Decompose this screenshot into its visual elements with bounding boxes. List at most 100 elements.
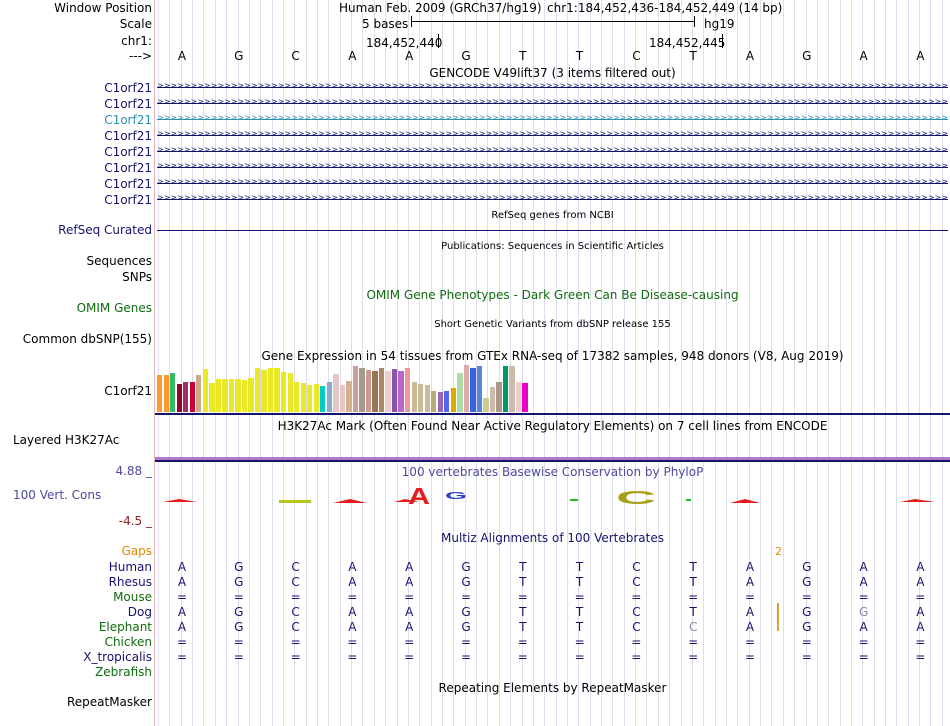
gtex-tissue-bar[interactable]: [333, 373, 339, 412]
gtex-tissue-bar[interactable]: [398, 371, 404, 412]
gencode-item-label[interactable]: C1orf21: [104, 113, 152, 127]
species-label[interactable]: Human: [109, 560, 152, 574]
repeatmasker-label[interactable]: RepeatMasker: [67, 695, 152, 709]
gtex-tissue-bar[interactable]: [287, 372, 293, 412]
gtex-tissue-bar[interactable]: [339, 385, 346, 412]
gtex-tissue-bar[interactable]: [183, 382, 189, 412]
gencode-gene-feature[interactable]: >>>>>>>>>>>>>>>>>>>>>>>>>>>>>>>>>>>>>>>>…: [157, 131, 948, 141]
gtex-tissue-bar[interactable]: [176, 384, 182, 412]
gtex-tissue-bar[interactable]: [222, 379, 228, 412]
gtex-tissue-bar[interactable]: [522, 383, 528, 412]
gtex-tissue-bar[interactable]: [457, 372, 463, 412]
gtex-tissue-bar[interactable]: [346, 381, 352, 412]
strand-label[interactable]: --->: [129, 49, 152, 63]
gtex-tissue-bar[interactable]: [235, 379, 241, 412]
h3k27ac-label[interactable]: Layered H3K27Ac: [13, 433, 119, 447]
phylop-title[interactable]: 100 vertebrates Basewise Conservation by…: [155, 465, 950, 479]
gtex-tissue-bar[interactable]: [470, 367, 476, 412]
species-label[interactable]: Rhesus: [109, 575, 152, 589]
sequences-label[interactable]: Sequences: [87, 254, 152, 268]
gtex-tissue-bar[interactable]: [391, 368, 398, 412]
gtex-tissue-bar[interactable]: [294, 382, 300, 412]
gtex-tissue-bar[interactable]: [228, 379, 235, 412]
gtex-title[interactable]: Gene Expression in 54 tissues from GTEx …: [155, 349, 950, 363]
gtex-tissue-bar[interactable]: [313, 384, 319, 412]
gtex-tissue-bar[interactable]: [326, 382, 332, 412]
species-label[interactable]: Mouse: [113, 590, 152, 604]
gencode-gene-feature[interactable]: >>>>>>>>>>>>>>>>>>>>>>>>>>>>>>>>>>>>>>>>…: [157, 147, 948, 157]
gtex-tissue-bar[interactable]: [248, 378, 254, 412]
publications-title[interactable]: Publications: Sequences in Scientific Ar…: [155, 241, 950, 252]
repeatmasker-title[interactable]: Repeating Elements by RepeatMasker: [155, 681, 950, 695]
gtex-tissue-bar[interactable]: [170, 372, 176, 412]
gtex-tissue-bar[interactable]: [418, 384, 424, 412]
h3k27ac-title[interactable]: H3K27Ac Mark (Often Found Near Active Re…: [155, 419, 950, 433]
gtex-tissue-bar[interactable]: [359, 367, 365, 412]
refseq-label[interactable]: RefSeq Curated: [58, 223, 152, 237]
gencode-item-label[interactable]: C1orf21: [104, 177, 152, 191]
gtex-tissue-bar[interactable]: [450, 388, 456, 412]
phylop-logo[interactable]: A G C: [155, 486, 950, 516]
gtex-tissue-bar[interactable]: [254, 367, 261, 412]
gtex-tissue-bar[interactable]: [378, 367, 385, 412]
species-label[interactable]: Elephant: [99, 620, 152, 634]
gtex-tissue-bar[interactable]: [489, 387, 496, 412]
gtex-tissue-bar[interactable]: [444, 390, 450, 412]
gtex-tissue-bar[interactable]: [281, 371, 287, 412]
gtex-tissue-bar[interactable]: [307, 385, 313, 412]
species-label[interactable]: Dog: [128, 605, 152, 619]
gencode-gene-feature[interactable]: >>>>>>>>>>>>>>>>>>>>>>>>>>>>>>>>>>>>>>>>…: [157, 99, 948, 109]
gtex-tissue-bar[interactable]: [476, 366, 483, 412]
gencode-gene-feature[interactable]: >>>>>>>>>>>>>>>>>>>>>>>>>>>>>>>>>>>>>>>>…: [157, 195, 948, 205]
gencode-item-label[interactable]: C1orf21: [104, 97, 152, 111]
gtex-expression-chart[interactable]: [157, 364, 529, 412]
gencode-gene-feature[interactable]: >>>>>>>>>>>>>>>>>>>>>>>>>>>>>>>>>>>>>>>>…: [157, 115, 948, 125]
gtex-tissue-bar[interactable]: [196, 374, 202, 412]
gtex-tissue-bar[interactable]: [411, 382, 417, 412]
gtex-tissue-bar[interactable]: [241, 380, 248, 412]
gtex-tissue-bar[interactable]: [509, 366, 515, 412]
gtex-tissue-bar[interactable]: [405, 367, 411, 412]
gencode-title[interactable]: GENCODE V49lift37 (3 items filtered out): [155, 66, 950, 80]
gencode-gene-feature[interactable]: >>>>>>>>>>>>>>>>>>>>>>>>>>>>>>>>>>>>>>>>…: [157, 179, 948, 189]
gtex-tissue-bar[interactable]: [463, 364, 470, 412]
gencode-item-label[interactable]: C1orf21: [104, 193, 152, 207]
gtex-tissue-bar[interactable]: [274, 367, 280, 412]
gencode-item-label[interactable]: C1orf21: [104, 81, 152, 95]
gtex-tissue-bar[interactable]: [372, 371, 378, 412]
gtex-tissue-bar[interactable]: [300, 383, 306, 412]
species-label[interactable]: Chicken: [105, 635, 152, 649]
gtex-tissue-bar[interactable]: [483, 397, 489, 412]
gtex-tissue-bar[interactable]: [267, 367, 274, 412]
omim-title[interactable]: OMIM Gene Phenotypes - Dark Green Can Be…: [155, 288, 950, 302]
dbsnp-label[interactable]: Common dbSNP(155): [23, 332, 152, 346]
gtex-tissue-bar[interactable]: [189, 382, 195, 412]
gtex-tissue-bar[interactable]: [385, 371, 391, 412]
omim-label[interactable]: OMIM Genes: [77, 301, 152, 315]
gtex-tissue-bar[interactable]: [209, 383, 215, 412]
species-label[interactable]: Zebrafish: [95, 665, 152, 679]
gtex-tissue-bar[interactable]: [431, 390, 437, 412]
refseq-title[interactable]: RefSeq genes from NCBI: [155, 210, 950, 221]
gencode-item-label[interactable]: C1orf21: [104, 145, 152, 159]
snps-label[interactable]: SNPs: [122, 270, 152, 284]
track-area[interactable]: Human Feb. 2009 (GRCh37/hg19) chr1:184,4…: [155, 0, 950, 726]
gtex-tissue-bar[interactable]: [320, 385, 326, 412]
gtex-tissue-bar[interactable]: [163, 374, 169, 412]
gtex-tissue-bar[interactable]: [424, 385, 430, 412]
gtex-label[interactable]: C1orf21: [104, 384, 152, 398]
dbsnp-title[interactable]: Short Genetic Variants from dbSNP releas…: [155, 319, 950, 330]
phylop-label[interactable]: 100 Vert. Cons: [13, 488, 101, 502]
gencode-item-label[interactable]: C1orf21: [104, 161, 152, 175]
gtex-tissue-bar[interactable]: [202, 368, 208, 412]
gencode-gene-feature[interactable]: >>>>>>>>>>>>>>>>>>>>>>>>>>>>>>>>>>>>>>>>…: [157, 163, 948, 173]
species-label[interactable]: X_tropicalis: [83, 650, 152, 664]
gtex-tissue-bar[interactable]: [157, 374, 163, 412]
gtex-tissue-bar[interactable]: [515, 382, 522, 412]
gtex-tissue-bar[interactable]: [365, 369, 372, 412]
gtex-tissue-bar[interactable]: [215, 379, 222, 412]
gencode-gene-feature[interactable]: >>>>>>>>>>>>>>>>>>>>>>>>>>>>>>>>>>>>>>>>…: [157, 83, 948, 93]
gtex-tissue-bar[interactable]: [261, 369, 267, 412]
gtex-tissue-bar[interactable]: [352, 366, 359, 412]
gtex-tissue-bar[interactable]: [502, 366, 509, 412]
